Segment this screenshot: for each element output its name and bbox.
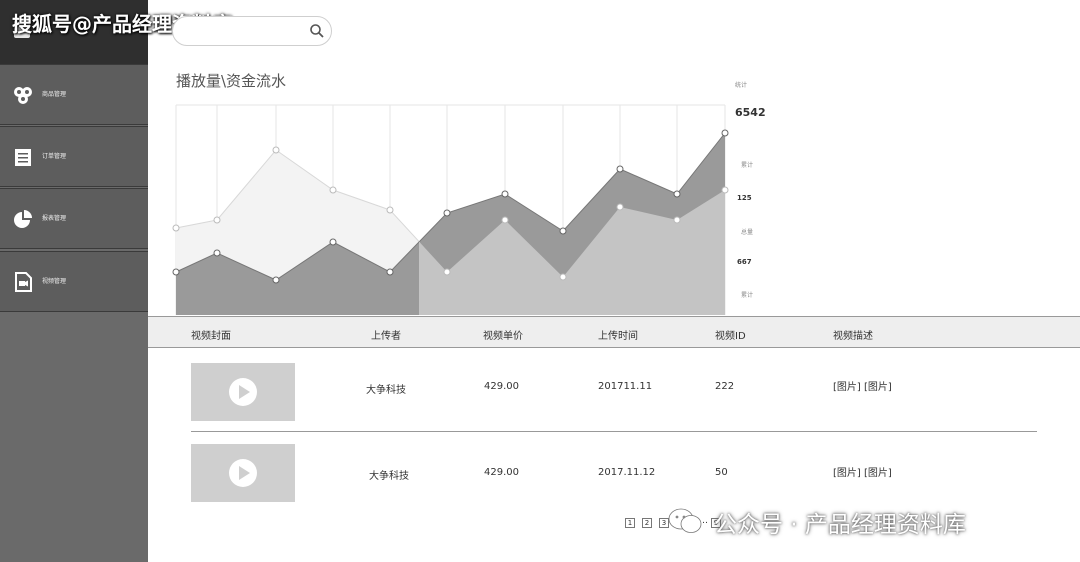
sidebar-item-label: 商品管理 <box>42 91 67 98</box>
chart-side-value: 667 <box>737 258 752 266</box>
data-point <box>272 146 280 154</box>
data-point <box>616 165 624 173</box>
column-header: 视频描述 <box>833 331 873 342</box>
sidebar: 商品管理 订单管理 报表管理 视频管理 <box>0 0 148 562</box>
video-thumbnail[interactable] <box>191 363 295 421</box>
data-point <box>272 276 280 284</box>
sidebar-item-products[interactable]: 商品管理 <box>0 64 148 125</box>
description-cell: [图片] [图片] <box>833 382 892 393</box>
cubes-icon <box>14 87 32 104</box>
column-header: 视频单价 <box>483 331 523 342</box>
id-cell: 222 <box>715 381 735 392</box>
video-thumbnail[interactable] <box>191 444 295 502</box>
data-point <box>501 216 509 224</box>
data-point <box>386 268 394 276</box>
search-icon[interactable] <box>309 23 325 39</box>
page-button[interactable]: 2 <box>642 518 652 528</box>
wechat-icon <box>668 508 702 533</box>
data-point <box>443 209 451 217</box>
sidebar-item-label: 订单管理 <box>42 153 67 160</box>
chart-side-label: 累计 <box>741 292 754 299</box>
data-point <box>386 206 394 214</box>
sidebar-item-label: 视频管理 <box>42 278 67 285</box>
sidebar-item-label: 报表管理 <box>42 215 67 222</box>
data-point <box>559 227 567 235</box>
column-header: 上传时间 <box>598 331 638 342</box>
data-point <box>616 203 624 211</box>
chart-side-label: 总量 <box>741 229 754 236</box>
list-icon <box>15 149 31 166</box>
data-point <box>213 216 221 224</box>
play-icon[interactable] <box>229 378 257 406</box>
search-input[interactable] <box>172 16 332 46</box>
chart-side-value: 125 <box>737 194 752 202</box>
play-icon[interactable] <box>229 459 257 487</box>
area-chart <box>172 104 729 315</box>
time-cell: 201711.11 <box>598 381 653 392</box>
time-cell: 2017.11.12 <box>598 467 656 478</box>
chart-side-label: 累计 <box>741 162 754 169</box>
data-point <box>213 249 221 257</box>
data-point <box>501 190 509 198</box>
sidebar-item-reports[interactable]: 报表管理 <box>0 188 148 249</box>
column-header: 视频封面 <box>191 331 231 342</box>
data-point <box>721 129 729 137</box>
watermark-bottom-text: 公众号 · 产品经理资料库 <box>714 512 966 538</box>
row-divider <box>191 431 1037 432</box>
column-header: 视频ID <box>715 331 746 342</box>
table-header: 视频封面 上传者 视频单价 上传时间 视频ID 视频描述 <box>148 316 1080 348</box>
id-cell: 50 <box>715 467 728 478</box>
sidebar-item-videos[interactable]: 视频管理 <box>0 251 148 312</box>
uploader-cell: 大争科技 <box>366 385 406 396</box>
data-point <box>673 190 681 198</box>
column-header: 上传者 <box>371 331 401 342</box>
data-point <box>172 224 180 232</box>
description-cell: [图片] [图片] <box>833 468 892 479</box>
uploader-cell: 大争科技 <box>369 471 409 482</box>
data-point <box>673 216 681 224</box>
data-point <box>443 268 451 276</box>
chart-total-value: 6542 <box>735 106 766 119</box>
data-point <box>721 186 729 194</box>
data-point <box>559 273 567 281</box>
pie-chart-icon <box>14 210 32 228</box>
data-point <box>329 186 337 194</box>
price-cell: 429.00 <box>484 467 519 478</box>
price-cell: 429.00 <box>484 381 519 392</box>
data-point <box>329 238 337 246</box>
chart-total-label: 统计 <box>735 82 748 89</box>
page-button[interactable]: 1 <box>625 518 635 528</box>
video-file-icon <box>15 272 32 292</box>
data-point <box>172 268 180 276</box>
sidebar-item-orders[interactable]: 订单管理 <box>0 126 148 187</box>
